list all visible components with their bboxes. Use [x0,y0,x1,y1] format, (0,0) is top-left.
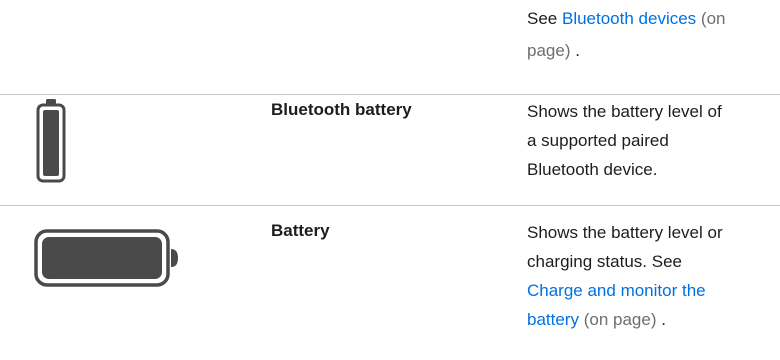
battery-row: Battery Shows the battery level or charg… [0,206,780,360]
bluetooth-devices-link[interactable]: Bluetooth devices [562,9,696,28]
period-text: . [661,310,666,329]
top-row-description: See Bluetooth devices (on page) . [527,4,772,65]
charge-monitor-link-line1[interactable]: Charge and monitor the [527,276,772,305]
desc-line: Bluetooth device. [527,160,658,179]
on-page-text-start: (on [700,9,726,28]
bluetooth-battery-row: Bluetooth battery Shows the battery leve… [0,95,780,205]
battery-icon [34,229,178,287]
battery-description: Shows the battery level or charging stat… [527,218,772,334]
bluetooth-battery-description: Shows the battery level of a supported p… [527,97,772,184]
battery-name: Battery [271,221,330,240]
desc-line: Shows the battery level of [527,102,722,121]
top-row: See Bluetooth devices (on page) . [0,0,780,94]
charge-monitor-link-line2[interactable]: battery [527,310,579,329]
bluetooth-battery-icon [36,99,66,183]
desc-line: charging status. See [527,252,682,271]
see-text: See [527,9,558,28]
on-page-text-end: page) [527,41,571,60]
desc-line: Shows the battery level or [527,223,723,242]
desc-line: a supported paired [527,131,669,150]
on-page-text: (on page) [583,310,657,329]
period-text: . [575,41,580,60]
bluetooth-battery-name: Bluetooth battery [271,100,412,119]
